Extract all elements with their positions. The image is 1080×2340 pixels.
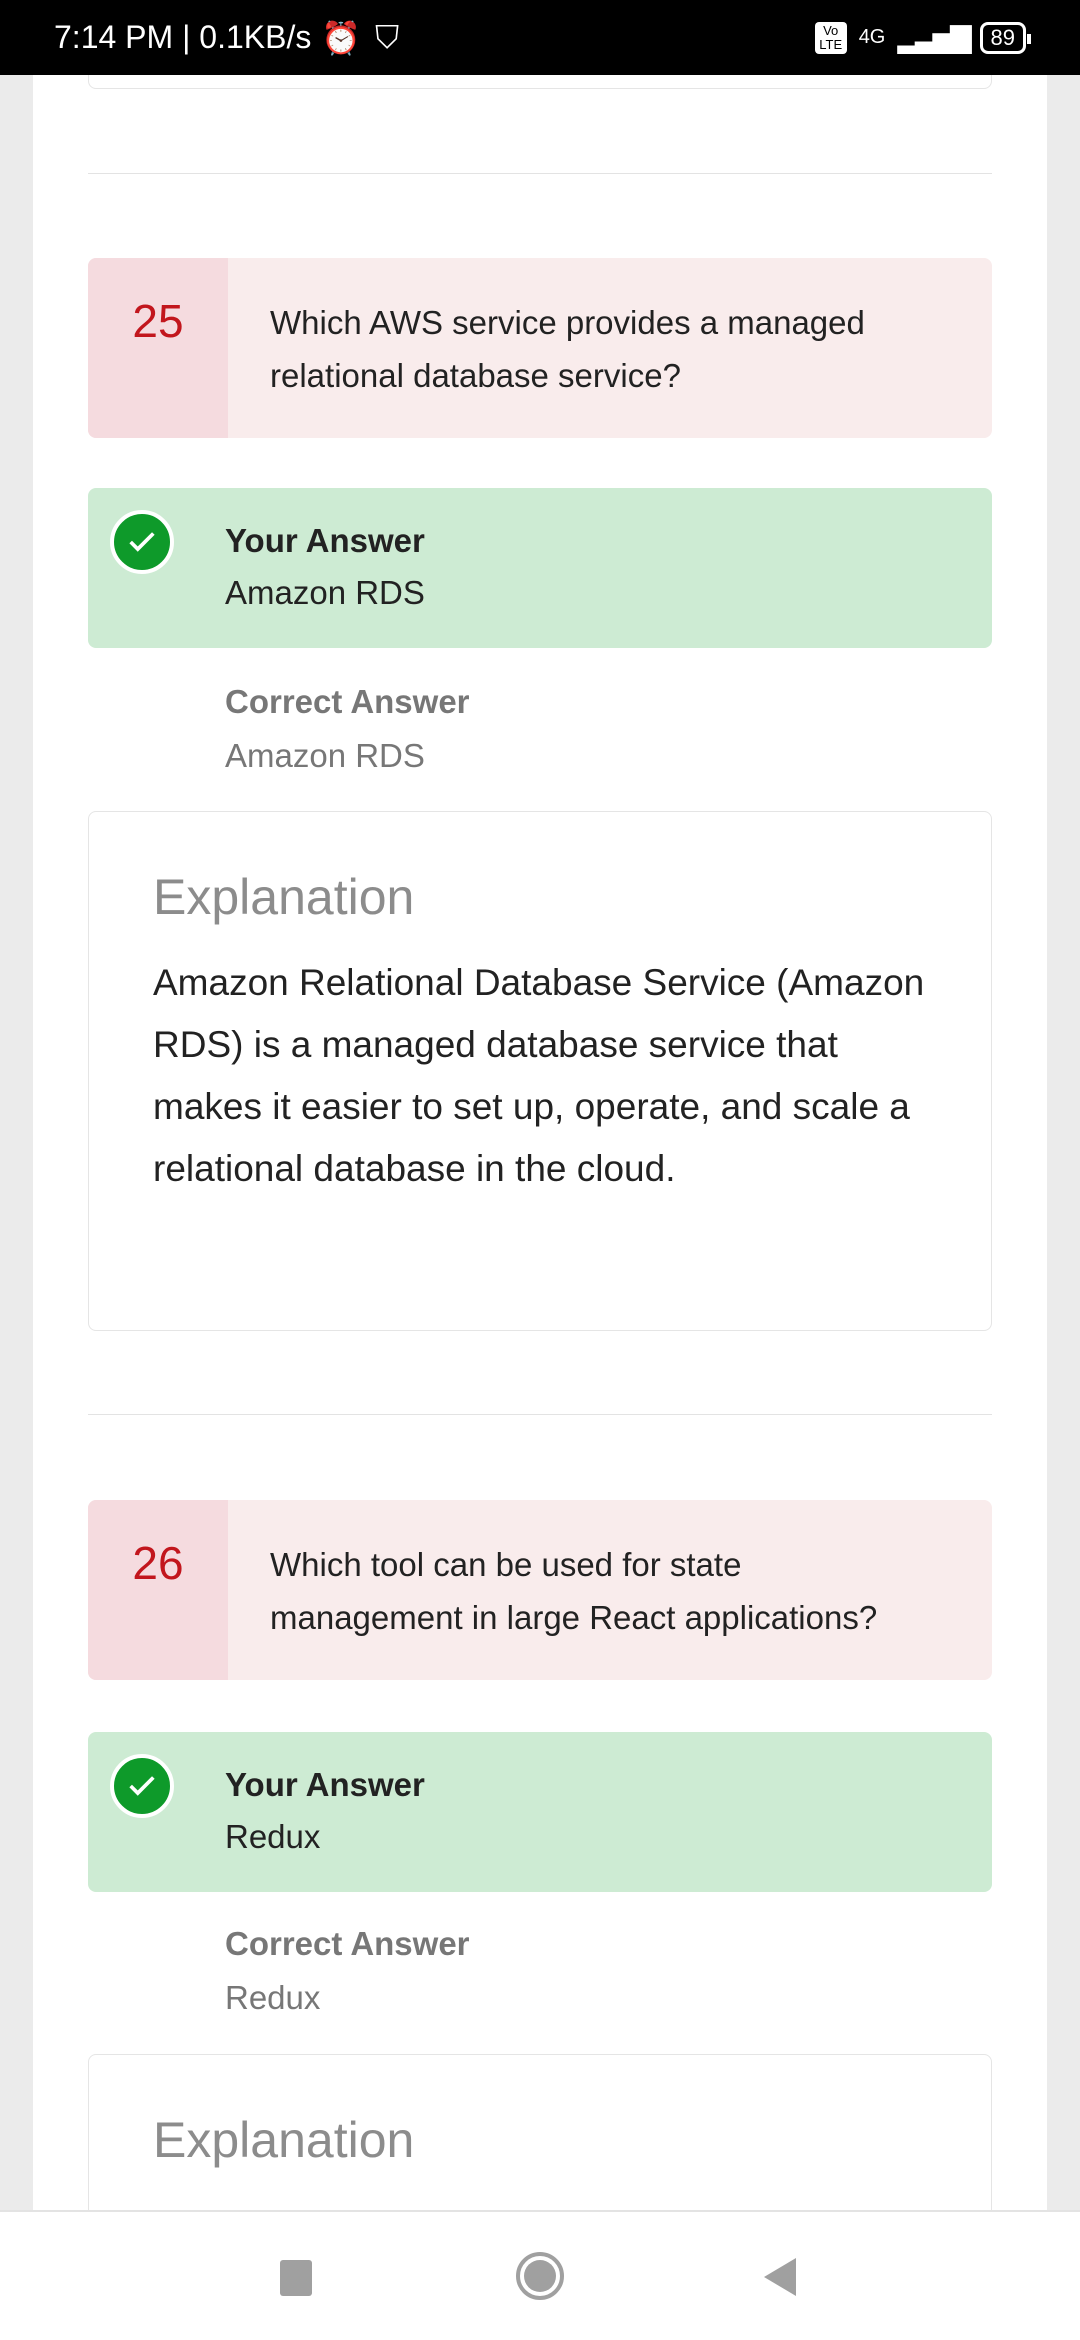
your-answer-label: Your Answer xyxy=(225,1766,425,1803)
back-button[interactable] xyxy=(764,2258,796,2296)
explanation-card: Explanation xyxy=(88,2054,992,2210)
explanation-title: Explanation xyxy=(153,869,415,925)
your-answer-box: Your Answer Amazon RDS xyxy=(88,488,992,648)
explanation-text: Amazon Relational Database Service (Amaz… xyxy=(153,962,925,1189)
check-icon xyxy=(110,1754,174,1818)
battery-icon: 89 xyxy=(979,21,1032,54)
your-answer-value: Redux xyxy=(225,1818,321,1855)
correct-answer-label: Correct Answer xyxy=(225,683,470,720)
navigation-bar xyxy=(0,2210,1080,2340)
recents-button[interactable] xyxy=(280,2260,312,2296)
correct-answer-value: Amazon RDS xyxy=(225,737,425,774)
question-card: 26 Which tool can be used for state mana… xyxy=(88,1500,992,1680)
question-number: 26 xyxy=(88,1500,228,1680)
network-type: 4G xyxy=(858,26,886,48)
your-answer-value: Amazon RDS xyxy=(225,574,425,611)
results-page[interactable]: 25 Which AWS service provides a managed … xyxy=(33,75,1047,2210)
previous-explanation-card xyxy=(88,75,992,89)
question-text: Which tool can be used for state managem… xyxy=(270,1546,878,1636)
question-card: 25 Which AWS service provides a managed … xyxy=(88,258,992,438)
home-button[interactable] xyxy=(516,2252,564,2300)
correct-answer-value: Redux xyxy=(225,1979,321,2016)
signal-icon: ▂▃▅▇ xyxy=(897,22,971,53)
alarm-icon: ⏰ xyxy=(321,19,362,56)
divider xyxy=(88,173,992,174)
shield-icon: ⛉ xyxy=(375,18,400,55)
status-time: 7:14 PM | 0.1KB/s xyxy=(54,19,312,55)
home-icon xyxy=(524,2260,556,2292)
status-bar: 7:14 PM | 0.1KB/s ⏰ ⛉ Vo LTE 4G ▂▃▅▇ 89 xyxy=(0,0,1080,75)
volte-icon: Vo LTE xyxy=(814,21,847,54)
explanation-title: Explanation xyxy=(153,2112,415,2168)
explanation-card: Explanation Amazon Relational Database S… xyxy=(88,811,992,1331)
your-answer-label: Your Answer xyxy=(225,522,425,559)
correct-answer-label: Correct Answer xyxy=(225,1925,470,1962)
check-icon xyxy=(110,510,174,574)
question-number: 25 xyxy=(88,258,228,438)
your-answer-box: Your Answer Redux xyxy=(88,1732,992,1892)
question-text: Which AWS service provides a managed rel… xyxy=(270,304,865,394)
divider xyxy=(88,1414,992,1415)
